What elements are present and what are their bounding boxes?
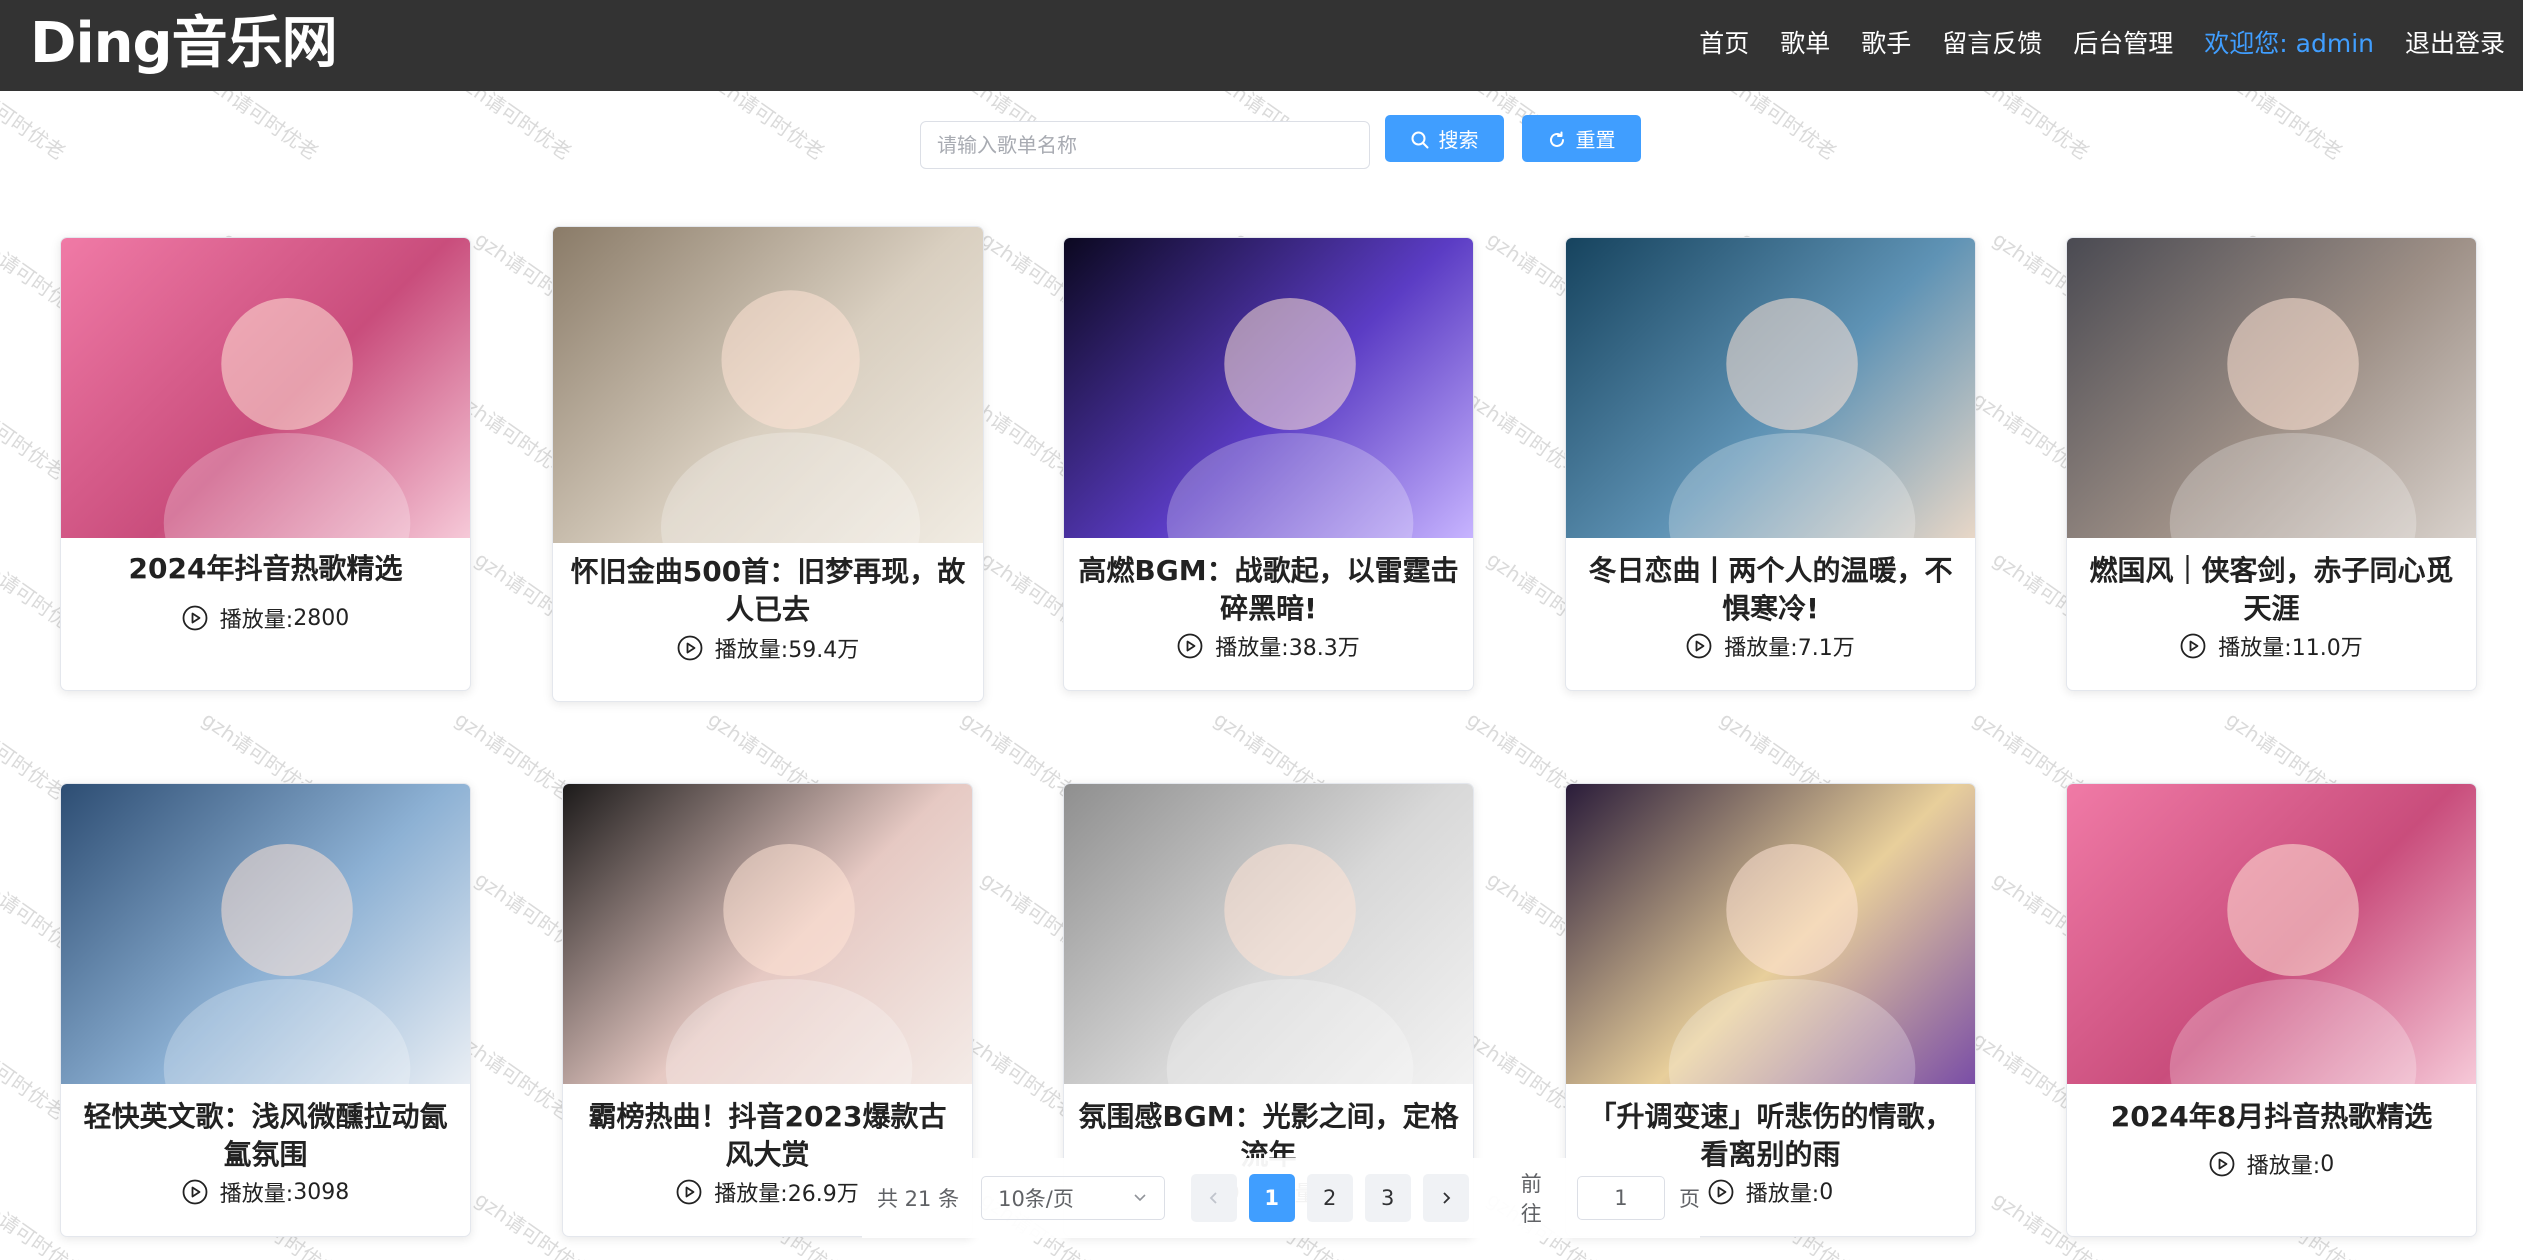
search-icon xyxy=(1411,130,1429,148)
play-count: 播放量: 59.4万 xyxy=(553,632,983,664)
play-count-prefix: 播放量: xyxy=(1215,636,1289,661)
play-circle-icon xyxy=(676,1179,702,1205)
play-count-value: 38.3万 xyxy=(1288,636,1360,661)
play-count-value: 0 xyxy=(1819,1179,1834,1205)
playlist-title[interactable]: 2024年8月抖音热歌精选 xyxy=(2081,1098,2462,1136)
playlist-cover-image[interactable] xyxy=(563,784,972,1084)
chevron-left-icon xyxy=(1207,1186,1221,1210)
chevron-right-icon xyxy=(1439,1186,1453,1210)
play-count-value: 7.1万 xyxy=(1797,636,1855,661)
play-count-value: 3098 xyxy=(293,1179,350,1205)
play-count: 播放量: 7.1万 xyxy=(1566,630,1975,662)
play-circle-icon xyxy=(2180,633,2206,659)
nav-admin[interactable]: 后台管理 xyxy=(2073,24,2173,60)
playlist-cover-image[interactable] xyxy=(2067,784,2476,1084)
play-count-value: 11.0万 xyxy=(2291,636,2363,661)
playlist-cover-image[interactable] xyxy=(553,227,983,543)
playlist-cover-image[interactable] xyxy=(1566,238,1975,538)
play-count: 播放量: 38.3万 xyxy=(1064,630,1473,662)
play-circle-icon xyxy=(1708,1179,1734,1205)
jump-unit: 页 xyxy=(1678,1187,1700,1211)
welcome-user[interactable]: 欢迎您: admin xyxy=(2204,24,2374,60)
playlist-card[interactable]: 轻快英文歌：浅风微醺拉动氤氲氛围 播放量: 3098 xyxy=(60,783,471,1237)
playlist-cover-image[interactable] xyxy=(2067,238,2476,538)
playlist-search-input[interactable] xyxy=(920,121,1370,169)
search-button[interactable]: 搜索 xyxy=(1385,115,1504,162)
play-count-prefix: 播放量: xyxy=(714,1182,788,1207)
play-count-value: 59.4万 xyxy=(788,638,860,663)
play-count: 播放量: 2800 xyxy=(61,602,470,634)
site-logo[interactable]: Ding音乐网 xyxy=(30,8,338,80)
page-size-value: 10条/页 xyxy=(998,1187,1074,1211)
playlist-cover-image[interactable] xyxy=(1064,784,1473,1084)
play-count-prefix: 播放量: xyxy=(2246,1154,2321,1179)
playlist-card[interactable]: 2024年8月抖音热歌精选 播放量: 0 xyxy=(2066,783,2477,1237)
pagination: 共 21 条 10条/页 1 2 3 前往 页 xyxy=(862,1158,1700,1238)
nav-singers[interactable]: 歌手 xyxy=(1861,24,1911,60)
playlist-title[interactable]: 高燃BGM：战歌起，以雷霆击碎黑暗! xyxy=(1078,552,1459,628)
play-count: 播放量: 11.0万 xyxy=(2067,630,2476,662)
reset-button[interactable]: 重置 xyxy=(1522,115,1641,162)
playlist-cover-image[interactable] xyxy=(61,784,470,1084)
jump-page-input[interactable] xyxy=(1576,1176,1665,1220)
nav-home[interactable]: 首页 xyxy=(1699,24,1749,60)
playlist-cover-image[interactable] xyxy=(61,238,470,538)
nav-menu: 首页 歌单 歌手 留言反馈 后台管理 欢迎您: admin 退出登录 xyxy=(1668,0,2505,84)
pagination-total: 共 21 条 xyxy=(877,1187,960,1211)
playlist-title[interactable]: 轻快英文歌：浅风微醺拉动氤氲氛围 xyxy=(75,1098,456,1174)
page-size-select[interactable]: 10条/页 xyxy=(981,1176,1165,1220)
play-count: 播放量: 3098 xyxy=(61,1176,470,1208)
play-count-value: 0 xyxy=(2320,1151,2335,1177)
play-count-value: 2800 xyxy=(293,605,350,631)
play-count-prefix: 播放量: xyxy=(714,638,789,663)
play-circle-icon xyxy=(2209,1151,2235,1177)
play-count-value: 26.9万 xyxy=(787,1182,859,1207)
page-1-button[interactable]: 1 xyxy=(1248,1174,1295,1222)
play-circle-icon xyxy=(1177,633,1203,659)
next-page-button[interactable] xyxy=(1422,1174,1469,1222)
nav-playlists[interactable]: 歌单 xyxy=(1780,24,1830,60)
refresh-icon xyxy=(1548,130,1566,148)
play-circle-icon xyxy=(1686,633,1712,659)
search-button-label: 搜索 xyxy=(1438,128,1479,152)
play-count-prefix: 播放量: xyxy=(219,1182,294,1207)
playlist-cover-image[interactable] xyxy=(1064,238,1473,538)
playlist-title[interactable]: 冬日恋曲丨两个人的温暖，不惧寒冷! xyxy=(1580,552,1961,628)
chevron-down-icon xyxy=(1132,1186,1148,1210)
page-3-button[interactable]: 3 xyxy=(1364,1174,1411,1222)
play-count: 播放量: 0 xyxy=(2067,1148,2476,1180)
logout-link[interactable]: 退出登录 xyxy=(2405,24,2505,60)
playlist-card[interactable]: 2024年抖音热歌精选 播放量: 2800 xyxy=(60,237,471,691)
jump-label: 前往 xyxy=(1520,1172,1542,1226)
play-circle-icon xyxy=(677,635,703,661)
prev-page-button[interactable] xyxy=(1190,1174,1237,1222)
play-count-prefix: 播放量: xyxy=(1724,636,1798,661)
playlist-title[interactable]: 怀旧金曲500首：旧梦再现，故人已去 xyxy=(567,553,969,629)
page-2-button[interactable]: 2 xyxy=(1306,1174,1353,1222)
playlist-card[interactable]: 冬日恋曲丨两个人的温暖，不惧寒冷! 播放量: 7.1万 xyxy=(1565,237,1976,691)
play-circle-icon xyxy=(182,605,208,631)
play-circle-icon xyxy=(182,1179,208,1205)
playlist-card[interactable]: 高燃BGM：战歌起，以雷霆击碎黑暗! 播放量: 38.3万 xyxy=(1063,237,1474,691)
playlist-card[interactable]: 燃国风｜侠客剑，赤子同心觅天涯 播放量: 11.0万 xyxy=(2066,237,2477,691)
play-count-prefix: 播放量: xyxy=(219,608,294,633)
play-count-prefix: 播放量: xyxy=(1745,1182,1820,1207)
nav-feedback[interactable]: 留言反馈 xyxy=(1942,24,2042,60)
playlist-title[interactable]: 2024年抖音热歌精选 xyxy=(75,550,456,588)
playlist-card[interactable]: 怀旧金曲500首：旧梦再现，故人已去 播放量: 59.4万 xyxy=(552,226,984,702)
play-count-prefix: 播放量: xyxy=(2218,636,2292,661)
reset-button-label: 重置 xyxy=(1575,128,1616,152)
top-navbar: Ding音乐网 首页 歌单 歌手 留言反馈 后台管理 欢迎您: admin 退出… xyxy=(0,0,2523,91)
playlist-title[interactable]: 燃国风｜侠客剑，赤子同心觅天涯 xyxy=(2081,552,2462,628)
playlist-cover-image[interactable] xyxy=(1566,784,1975,1084)
